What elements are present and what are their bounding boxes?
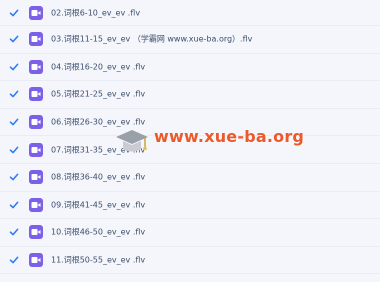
check-icon[interactable] (9, 62, 19, 72)
file-name[interactable]: 11.词根50-55_ev_ev .flv (51, 255, 145, 266)
list-item[interactable]: 05.词根21-25_ev_ev .flv (0, 81, 380, 109)
check-icon[interactable] (9, 200, 19, 210)
video-file-icon (29, 197, 43, 212)
check-icon[interactable] (9, 89, 19, 99)
watermark-text: www.xue-ba.org (154, 127, 305, 146)
list-item[interactable]: 10.词根46-50_ev_ev .flv (0, 219, 380, 247)
file-name[interactable]: 10.词根46-50_ev_ev .flv (51, 227, 145, 238)
watermark: www.xue-ba.org (112, 122, 304, 164)
check-icon[interactable] (9, 8, 19, 18)
file-name[interactable]: 08.词根36-40_ev_ev .flv (51, 172, 145, 183)
check-icon[interactable] (9, 255, 19, 265)
check-icon[interactable] (9, 117, 19, 127)
list-item[interactable]: 04.词根16-20_ev_ev .flv (0, 54, 380, 82)
video-file-icon (29, 59, 43, 74)
graduation-cap-icon (112, 122, 152, 162)
video-file-icon (29, 87, 43, 102)
video-file-icon (29, 115, 43, 130)
video-file-icon (29, 170, 43, 185)
file-name[interactable]: 03.词根11-15_ev_ev （学霸网 www.xue-ba.org）.fl… (51, 34, 252, 45)
video-file-icon (29, 32, 43, 47)
check-icon[interactable] (9, 227, 19, 237)
check-icon[interactable] (9, 34, 19, 44)
list-item[interactable]: 08.词根36-40_ev_ev .flv (0, 164, 380, 192)
file-name[interactable]: 09.词根41-45_ev_ev .flv (51, 199, 145, 210)
file-name[interactable]: 02.词根6-10_ev_ev .flv (51, 7, 140, 18)
file-name[interactable]: 04.词根16-20_ev_ev .flv (51, 61, 145, 72)
list-item[interactable]: 02.词根6-10_ev_ev .flv (0, 0, 380, 26)
video-file-icon (29, 5, 43, 20)
video-file-icon (29, 253, 43, 268)
video-file-icon (29, 142, 43, 157)
list-item[interactable]: 09.词根41-45_ev_ev .flv (0, 192, 380, 220)
list-item[interactable]: 03.词根11-15_ev_ev （学霸网 www.xue-ba.org）.fl… (0, 26, 380, 54)
video-file-icon (29, 225, 43, 240)
check-icon[interactable] (9, 145, 19, 155)
list-item[interactable]: 11.词根50-55_ev_ev .flv (0, 247, 380, 275)
file-name[interactable]: 05.词根21-25_ev_ev .flv (51, 89, 145, 100)
check-icon[interactable] (9, 172, 19, 182)
